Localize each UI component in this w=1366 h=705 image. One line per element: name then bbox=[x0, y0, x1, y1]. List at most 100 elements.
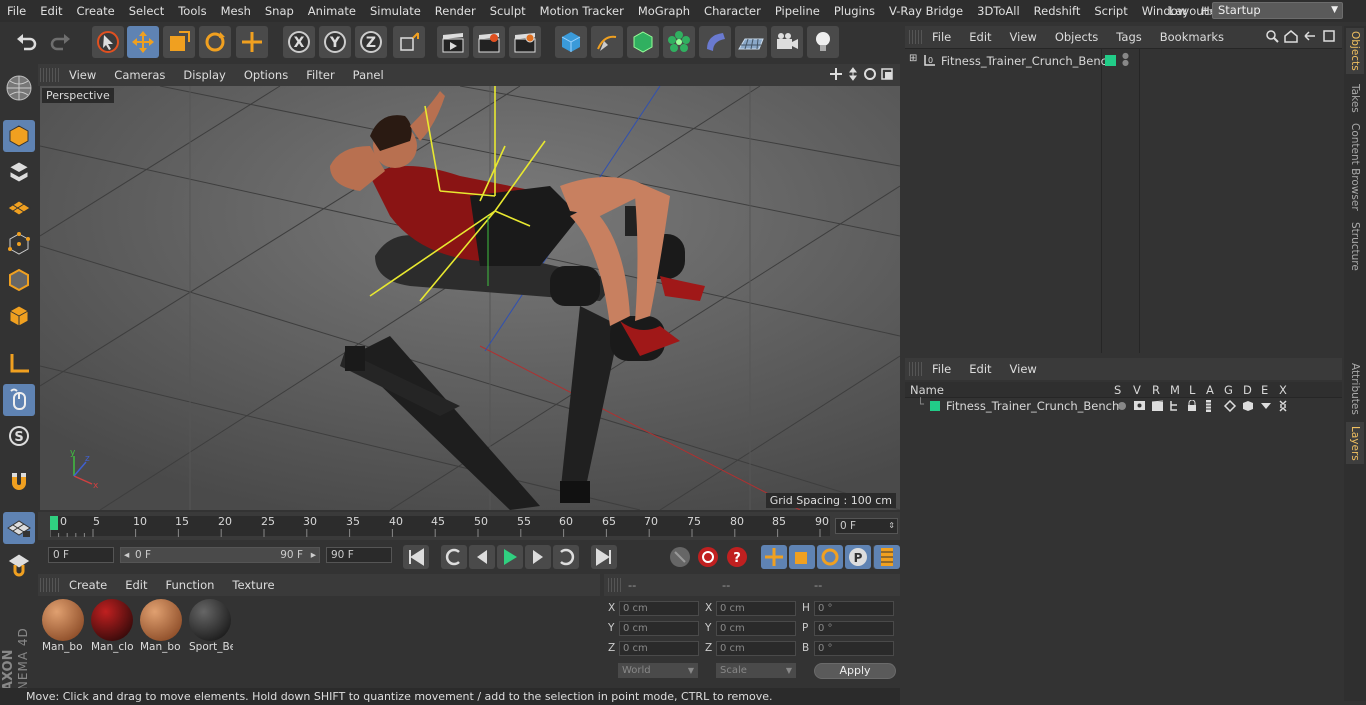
menu-edit[interactable]: Edit bbox=[33, 4, 69, 18]
rot-p-field[interactable]: 0 ° bbox=[814, 621, 894, 636]
menu-animate[interactable]: Animate bbox=[301, 4, 363, 18]
zoom-view-icon[interactable] bbox=[846, 67, 860, 81]
material-menu-function[interactable]: Function bbox=[157, 578, 224, 592]
visibility-dots-icon[interactable]: ● ● bbox=[1122, 52, 1129, 67]
objects-menu-edit[interactable]: Edit bbox=[960, 30, 1000, 44]
maximize-view-icon[interactable] bbox=[880, 67, 894, 81]
objects-menu-tags[interactable]: Tags bbox=[1107, 30, 1150, 44]
scale-tool-button[interactable] bbox=[163, 26, 195, 58]
column-xref[interactable]: X bbox=[1279, 383, 1287, 397]
key-rotation-icon[interactable] bbox=[817, 545, 843, 569]
model-mode-button[interactable] bbox=[3, 120, 35, 152]
manager-tree-icon[interactable] bbox=[1170, 401, 1177, 411]
current-frame-field[interactable]: 0 F ⇕ bbox=[835, 518, 898, 534]
menu-create[interactable]: Create bbox=[70, 4, 122, 18]
xref-icon[interactable] bbox=[1279, 400, 1287, 412]
light-object-button[interactable] bbox=[807, 26, 839, 58]
apply-button[interactable]: Apply bbox=[814, 663, 896, 679]
key-scale-icon[interactable] bbox=[789, 545, 815, 569]
3d-viewport[interactable]: y x z Perspective Grid Spacing : 100 cm bbox=[40, 86, 900, 510]
material-menu-edit[interactable]: Edit bbox=[116, 578, 156, 592]
tweak-mode-button[interactable] bbox=[3, 384, 35, 416]
material-item[interactable]: Man_bo bbox=[140, 599, 184, 657]
menu-render[interactable]: Render bbox=[428, 4, 483, 18]
layer-color-swatch[interactable] bbox=[930, 401, 940, 411]
start-frame-field[interactable]: 0 F bbox=[48, 547, 114, 563]
coordinate-mode-select[interactable]: World ▼ bbox=[618, 663, 698, 678]
polygons-mode-button[interactable] bbox=[3, 300, 35, 332]
menu-plugins[interactable]: Plugins bbox=[827, 4, 882, 18]
size-x-field[interactable]: 0 cm bbox=[716, 601, 796, 616]
viewport-menu-cameras[interactable]: Cameras bbox=[105, 68, 174, 82]
pen-spline-button[interactable] bbox=[591, 26, 623, 58]
menu-redshift[interactable]: Redshift bbox=[1027, 4, 1088, 18]
cube-object-button[interactable] bbox=[555, 26, 587, 58]
back-icon[interactable] bbox=[1303, 29, 1317, 43]
x-axis-button[interactable]: X bbox=[283, 26, 315, 58]
size-y-field[interactable]: 0 cm bbox=[716, 621, 796, 636]
column-manager[interactable]: M bbox=[1170, 383, 1180, 397]
key-parameter-icon[interactable]: P bbox=[845, 545, 871, 569]
menu-mesh[interactable]: Mesh bbox=[214, 4, 258, 18]
layer-color-tag[interactable] bbox=[1105, 55, 1116, 66]
rot-b-field[interactable]: 0 ° bbox=[814, 641, 894, 656]
locked-workplane-button[interactable] bbox=[3, 548, 35, 580]
record-keys-disabled-icon[interactable] bbox=[670, 547, 690, 567]
material-item[interactable]: Man_clo bbox=[91, 599, 135, 657]
play-icon[interactable] bbox=[497, 545, 523, 569]
menu-vray-bridge[interactable]: V-Ray Bridge bbox=[882, 4, 970, 18]
transform-tool-button[interactable] bbox=[236, 26, 268, 58]
deformer-button[interactable] bbox=[699, 26, 731, 58]
autokey-icon[interactable] bbox=[698, 547, 718, 567]
search-icon[interactable] bbox=[1265, 29, 1279, 43]
pos-z-field[interactable]: 0 cm bbox=[619, 641, 699, 656]
material-menu-texture[interactable]: Texture bbox=[223, 578, 283, 592]
layer-name[interactable]: Fitness_Trainer_Crunch_Bench bbox=[946, 399, 1119, 413]
pos-x-field[interactable]: 0 cm bbox=[619, 601, 699, 616]
expand-icon[interactable]: ⊞ bbox=[909, 53, 917, 64]
column-deformers[interactable]: D bbox=[1243, 383, 1252, 397]
menu-file[interactable]: File bbox=[0, 4, 33, 18]
prev-frame-icon[interactable] bbox=[469, 545, 495, 569]
objects-menu-view[interactable]: View bbox=[1001, 30, 1046, 44]
prev-key-icon[interactable] bbox=[441, 545, 467, 569]
render-clapper-icon[interactable] bbox=[1151, 400, 1164, 411]
material-item[interactable]: Man_bo bbox=[42, 599, 86, 657]
snap-toggle-button[interactable] bbox=[3, 466, 35, 498]
workplane-mode-button[interactable] bbox=[3, 192, 35, 224]
column-generators[interactable]: G bbox=[1224, 383, 1233, 397]
menu-script[interactable]: Script bbox=[1087, 4, 1134, 18]
pan-view-icon[interactable] bbox=[829, 67, 843, 81]
next-frame-icon[interactable] bbox=[525, 545, 551, 569]
tab-structure[interactable]: Structure bbox=[1346, 220, 1364, 272]
viewport-menu-panel[interactable]: Panel bbox=[344, 68, 393, 82]
rotate-tool-button[interactable] bbox=[199, 26, 231, 58]
coordinate-system-button[interactable] bbox=[393, 26, 425, 58]
tab-attributes[interactable]: Attributes bbox=[1346, 360, 1364, 418]
viewport-menu-display[interactable]: Display bbox=[174, 68, 234, 82]
tab-content-browser[interactable]: Content Browser bbox=[1346, 122, 1364, 212]
menu-tools[interactable]: Tools bbox=[171, 4, 213, 18]
objects-menu-objects[interactable]: Objects bbox=[1046, 30, 1107, 44]
goto-start-icon[interactable] bbox=[403, 545, 429, 569]
column-render[interactable]: R bbox=[1152, 383, 1160, 397]
edges-mode-button[interactable] bbox=[3, 264, 35, 296]
home-icon[interactable] bbox=[1284, 29, 1298, 43]
workplane-lock-button[interactable] bbox=[3, 512, 35, 544]
column-expressions[interactable]: E bbox=[1261, 383, 1268, 397]
column-visible[interactable]: V bbox=[1133, 383, 1141, 397]
column-solo[interactable]: S bbox=[1114, 383, 1121, 397]
column-animation[interactable]: A bbox=[1206, 383, 1214, 397]
playhead[interactable] bbox=[50, 516, 58, 530]
menu-3dtoall[interactable]: 3DToAll bbox=[970, 4, 1027, 18]
menu-snap[interactable]: Snap bbox=[258, 4, 301, 18]
undo-button[interactable] bbox=[10, 26, 42, 58]
render-settings-button[interactable] bbox=[509, 26, 541, 58]
viewport-menu-filter[interactable]: Filter bbox=[297, 68, 343, 82]
live-selection-button[interactable] bbox=[92, 26, 124, 58]
layer-row[interactable]: └ Fitness_Trainer_Crunch_Bench bbox=[905, 397, 1342, 414]
object-name[interactable]: Fitness_Trainer_Crunch_Bench bbox=[941, 54, 1114, 68]
tab-objects[interactable]: Objects bbox=[1346, 28, 1364, 74]
key-position-icon[interactable] bbox=[761, 545, 787, 569]
keyframe-selection-icon[interactable]: ? bbox=[727, 547, 747, 567]
